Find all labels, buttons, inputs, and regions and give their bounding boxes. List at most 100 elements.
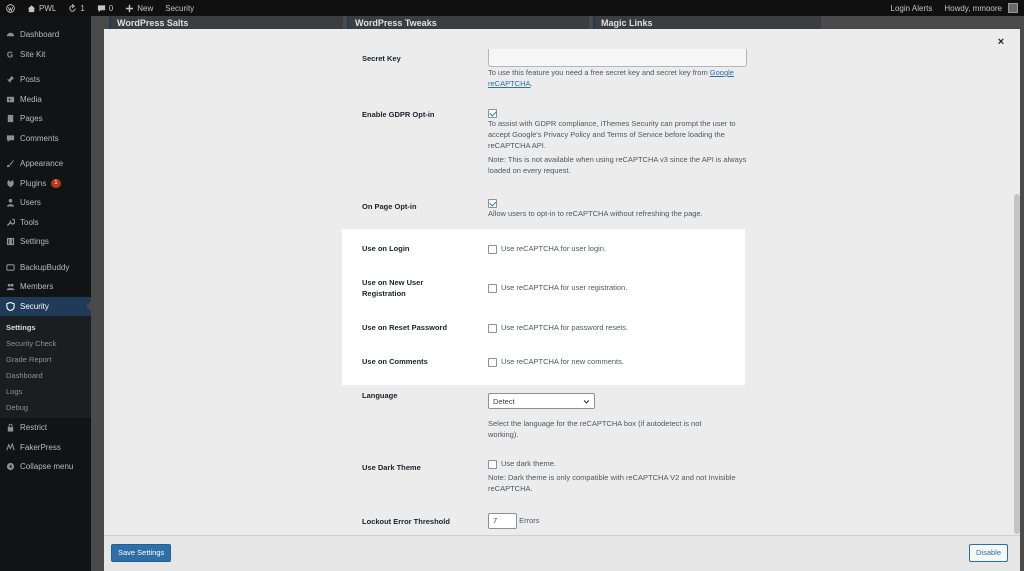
comments-count: 0 xyxy=(108,3,114,13)
collapse-menu-button[interactable]: Collapse menu xyxy=(0,457,91,477)
use-on-comments-desc: Use reCAPTCHA for new comments. xyxy=(501,357,624,366)
use-on-reset-desc: Use reCAPTCHA for password resets. xyxy=(501,323,629,332)
close-button[interactable]: × xyxy=(994,35,1008,49)
setting-label: Use Dark Theme xyxy=(362,463,421,472)
use-on-login-checkbox[interactable] xyxy=(488,244,497,254)
sidebar-item-site-kit[interactable]: G Site Kit xyxy=(0,45,91,65)
modal-scrollbar[interactable] xyxy=(1014,194,1020,534)
sidebar-item-dashboard[interactable]: Dashboard xyxy=(0,25,91,45)
setting-label: Use on New User Registration xyxy=(362,278,424,298)
comments-link[interactable]: 0 xyxy=(91,0,119,16)
sidebar-item-pages[interactable]: Pages xyxy=(0,109,91,129)
save-settings-button[interactable]: Save Settings xyxy=(111,544,172,562)
security-submenu: Settings Security Check Grade Report Das… xyxy=(0,316,91,418)
modal-footer: Save Settings Disable xyxy=(104,535,1020,571)
setting-field: Use reCAPTCHA for user registration. xyxy=(488,282,748,293)
backup-icon xyxy=(6,263,15,272)
login-alerts-link[interactable]: Login Alerts xyxy=(885,0,939,16)
admin-sidebar: Dashboard G Site Kit Posts Media Pages C… xyxy=(0,16,91,571)
submenu-item-dashboard[interactable]: Dashboard xyxy=(0,367,91,383)
sidebar-item-label: Site Kit xyxy=(20,49,46,59)
chevron-down-icon xyxy=(583,399,590,404)
setting-field: Use reCAPTCHA for new comments. xyxy=(488,356,748,367)
language-selected-value: Detect xyxy=(493,396,515,406)
sidebar-item-posts[interactable]: Posts xyxy=(0,70,91,90)
new-label: New xyxy=(137,3,154,13)
sidebar-item-backupbuddy[interactable]: BackupBuddy xyxy=(0,258,91,278)
sidebar-item-label: Restrict xyxy=(20,423,48,433)
submenu-item-security-check[interactable]: Security Check xyxy=(0,335,91,351)
sidebar-item-fakerpress[interactable]: FakerPress xyxy=(0,438,91,458)
updates-link[interactable]: 1 xyxy=(62,0,90,16)
avatar xyxy=(1008,3,1018,13)
sitekit-icon: G xyxy=(6,50,15,58)
wrench-icon xyxy=(6,218,15,227)
sidebar-item-settings[interactable]: Settings xyxy=(0,232,91,252)
updates-count: 1 xyxy=(80,3,85,13)
submenu-item-logs[interactable]: Logs xyxy=(0,383,91,399)
sliders-icon xyxy=(6,237,15,246)
setting-field: To assist with GDPR compliance, iThemes … xyxy=(488,107,748,176)
language-desc: Select the language for the reCAPTCHA bo… xyxy=(488,419,702,439)
setting-field: Allow users to opt-in to reCAPTCHA witho… xyxy=(488,197,748,219)
account-menu[interactable]: Howdy, mmoore xyxy=(938,0,1024,16)
gdpr-note: Note: This is not available when using r… xyxy=(488,155,747,175)
submenu-item-settings[interactable]: Settings xyxy=(0,319,91,335)
comment-icon xyxy=(6,134,15,143)
sidebar-item-restrict[interactable]: Restrict xyxy=(0,418,91,438)
sidebar-item-label: Security xyxy=(20,301,49,311)
use-on-reset-checkbox[interactable] xyxy=(488,323,497,333)
sidebar-item-plugins[interactable]: Plugins 1 xyxy=(0,174,91,194)
sidebar-item-appearance[interactable]: Appearance xyxy=(0,154,91,174)
gdpr-desc: To assist with GDPR compliance, iThemes … xyxy=(488,119,736,150)
plug-icon xyxy=(6,179,15,188)
gdpr-checkbox[interactable] xyxy=(488,108,497,118)
sidebar-item-label: Plugins xyxy=(20,178,47,188)
plugins-update-badge: 1 xyxy=(51,178,61,188)
use-on-registration-desc: Use reCAPTCHA for user registration. xyxy=(501,283,628,292)
svg-text:G: G xyxy=(7,50,13,58)
sidebar-item-label: Media xyxy=(20,94,42,104)
secret-key-desc-end: . xyxy=(530,79,533,88)
dark-theme-desc: Use dark theme. xyxy=(501,459,557,468)
sidebar-item-users[interactable]: Users xyxy=(0,193,91,213)
secret-key-input[interactable] xyxy=(488,49,747,67)
wordpress-logo[interactable] xyxy=(0,0,21,16)
sidebar-item-label: Posts xyxy=(20,75,41,85)
shield-icon xyxy=(6,301,15,311)
wordpress-icon xyxy=(6,3,15,13)
pin-icon xyxy=(6,75,15,84)
lockout-unit: Errors xyxy=(519,515,540,525)
sidebar-item-tools[interactable]: Tools xyxy=(0,213,91,233)
sidebar-item-label: FakerPress xyxy=(20,442,61,452)
setting-field: Detect Select the language for the reCAP… xyxy=(488,393,748,440)
on-page-optin-checkbox[interactable] xyxy=(488,198,497,208)
refresh-icon xyxy=(69,3,76,12)
sidebar-item-label: Members xyxy=(20,282,54,292)
sidebar-item-label: Comments xyxy=(20,133,59,143)
setting-field: Use reCAPTCHA for password resets. xyxy=(488,322,748,333)
dark-theme-checkbox[interactable] xyxy=(488,459,497,469)
brush-icon xyxy=(6,159,15,168)
new-content-link[interactable]: New xyxy=(119,0,159,16)
sidebar-item-comments[interactable]: Comments xyxy=(0,129,91,149)
lockout-threshold-input[interactable]: 7 xyxy=(488,513,517,529)
setting-label: Use on Comments xyxy=(362,357,428,366)
close-icon: × xyxy=(997,36,1005,48)
disable-button[interactable]: Disable xyxy=(968,544,1008,562)
use-on-registration-checkbox[interactable] xyxy=(488,283,497,293)
sidebar-item-label: Collapse menu xyxy=(20,462,74,472)
setting-field: 7 Errors xyxy=(488,513,748,529)
card-wordpress-tweaks: WordPress Tweaks xyxy=(347,16,589,30)
sidebar-item-members[interactable]: Members xyxy=(0,277,91,297)
security-link[interactable]: Security xyxy=(159,0,200,16)
submenu-item-grade-report[interactable]: Grade Report xyxy=(0,351,91,367)
modal-scroll-area[interactable]: Secret Key To use this feature you need … xyxy=(104,29,1020,535)
submenu-item-debug[interactable]: Debug xyxy=(0,399,91,415)
use-on-comments-checkbox[interactable] xyxy=(488,357,497,367)
sidebar-item-media[interactable]: Media xyxy=(0,90,91,110)
background-module-cards: WordPress Salts WordPress Tweaks Magic L… xyxy=(91,16,1024,30)
sidebar-item-security[interactable]: Security xyxy=(0,296,91,316)
site-name-link[interactable]: PWL xyxy=(21,0,62,16)
language-select[interactable]: Detect xyxy=(488,393,595,409)
